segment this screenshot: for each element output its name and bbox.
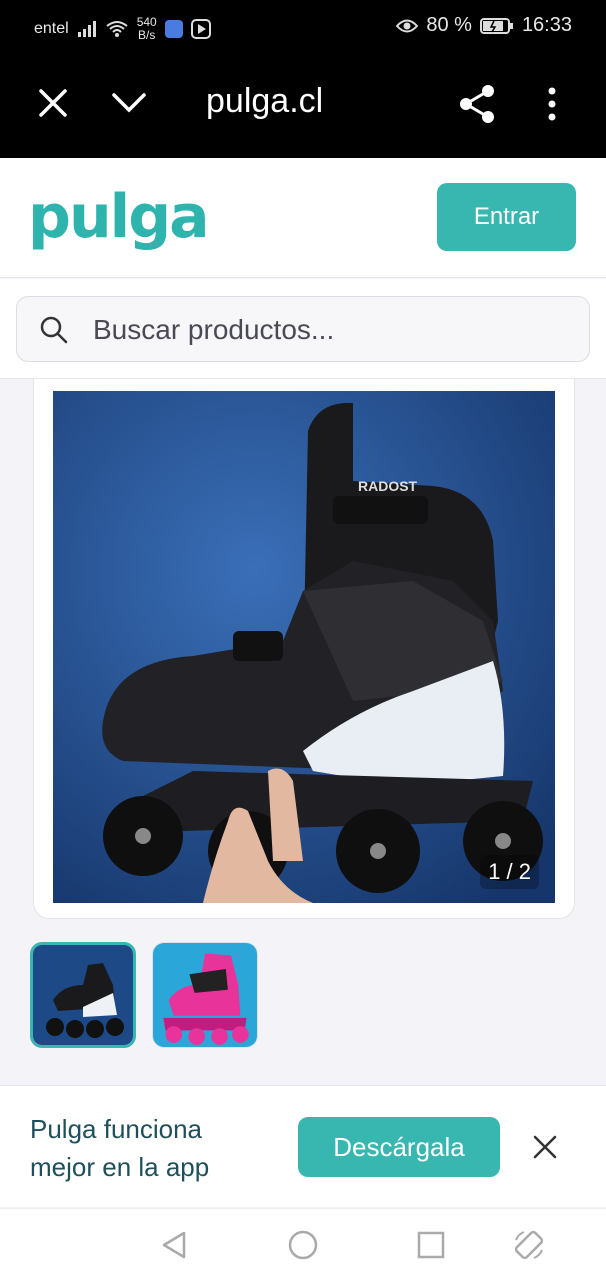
back-icon[interactable] <box>158 1228 192 1262</box>
system-nav-bar <box>0 1208 606 1280</box>
url-bar[interactable]: pulga.cl <box>206 82 323 121</box>
skate-photo-image: RADOST <box>53 391 555 903</box>
product-photo[interactable]: RADOST 1 / 2 <box>53 391 555 903</box>
recents-icon[interactable] <box>414 1228 448 1262</box>
search-section <box>0 279 606 379</box>
status-bar: entel 540 B/s 80 % 16:33 <box>0 0 606 52</box>
signal-icon <box>77 21 96 37</box>
home-icon[interactable] <box>286 1228 320 1262</box>
music-app-icon <box>164 20 183 38</box>
close-icon[interactable] <box>36 86 70 120</box>
close-banner-icon[interactable] <box>530 1132 560 1162</box>
net-speed: 540 B/s <box>136 15 157 42</box>
share-icon[interactable] <box>458 84 496 124</box>
thumbnail-black-skate-image <box>33 945 133 1045</box>
search-icon <box>40 316 68 344</box>
battery-icon <box>479 17 513 34</box>
browser-toolbar: pulga.cl <box>0 52 606 158</box>
battery-percent: 80 % <box>426 14 472 36</box>
image-counter: 1 / 2 <box>480 855 539 889</box>
thumbnail-2[interactable] <box>152 942 258 1048</box>
thumbnail-1[interactable] <box>30 942 136 1048</box>
search-box[interactable] <box>16 296 590 362</box>
carrier-label: entel <box>34 20 69 37</box>
play-app-icon <box>190 19 211 39</box>
login-button[interactable]: Entrar <box>437 183 576 251</box>
download-app-button[interactable]: Descárgala <box>298 1117 500 1177</box>
pulga-logo[interactable]: pulga <box>28 186 210 248</box>
brand-label: RADOST <box>358 478 418 494</box>
product-gallery-card: RADOST 1 / 2 <box>33 379 575 919</box>
thumbnail-pink-skate-image <box>153 943 257 1047</box>
app-banner-text: Pulga funciona mejor en la app <box>30 1114 210 1182</box>
app-download-banner: Pulga funciona mejor en la app Descárgal… <box>0 1085 606 1207</box>
more-vert-icon[interactable] <box>545 86 559 122</box>
site-header: pulga Entrar <box>0 158 606 278</box>
search-input[interactable] <box>93 311 573 349</box>
wifi-icon <box>106 21 128 37</box>
clock: 16:33 <box>521 14 572 36</box>
eye-icon <box>396 19 419 32</box>
rotate-icon[interactable] <box>512 1228 546 1262</box>
chevron-down-icon[interactable] <box>110 86 148 120</box>
